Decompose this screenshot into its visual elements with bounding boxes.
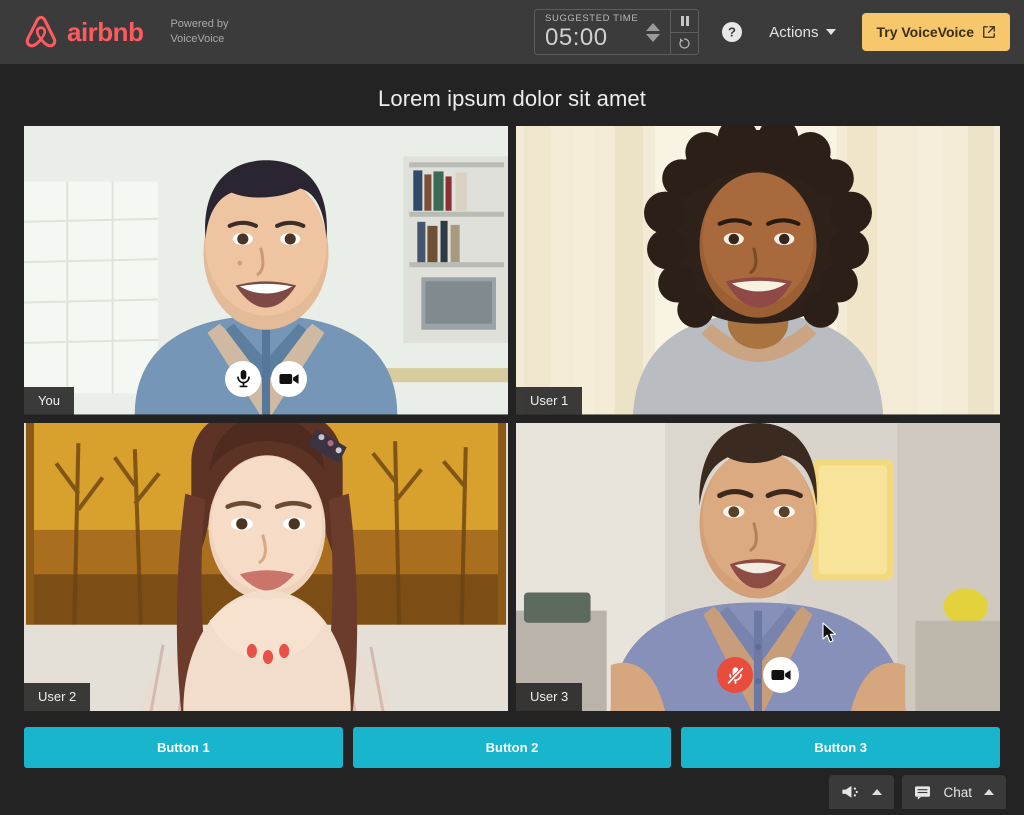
external-link-icon — [983, 26, 995, 38]
cta-button-row: Button 1 Button 2 Button 3 — [0, 711, 1024, 768]
video-meeting-app: airbnb Powered by VoiceVoice SUGGESTED T… — [0, 0, 1024, 815]
microphone-icon[interactable] — [225, 360, 261, 397]
tile-name-user-3: User 3 — [516, 683, 583, 711]
chat-button[interactable]: Chat — [902, 775, 1006, 809]
video-stream-user-1 — [516, 126, 1000, 415]
video-tile-user-3[interactable]: User 3 — [516, 422, 1000, 711]
chat-label: Chat — [943, 784, 972, 800]
tile-controls-you — [225, 360, 307, 397]
timer-side-controls — [670, 10, 699, 55]
reset-glyph — [679, 37, 690, 49]
reset-icon[interactable] — [671, 31, 699, 55]
brand-name: airbnb — [67, 17, 144, 47]
video-stream-user-2 — [24, 422, 508, 711]
megaphone-icon — [842, 785, 859, 798]
video-camera-glyph — [279, 373, 299, 384]
video-camera-glyph — [771, 670, 791, 680]
cta-button-3[interactable]: Button 3 — [681, 727, 1001, 768]
chevron-up-icon[interactable] — [984, 789, 994, 795]
powered-by-line2: VoiceVoice — [170, 33, 225, 45]
cta-button-2[interactable]: Button 2 — [352, 727, 672, 768]
bottom-bar: Chat — [829, 775, 1006, 809]
video-camera-icon[interactable] — [271, 360, 307, 397]
timer-texts: SUGGESTED TIME 05:00 — [545, 13, 638, 51]
microphone-muted-icon[interactable] — [717, 657, 753, 693]
chevron-down-icon — [826, 29, 837, 35]
microphone-muted-glyph — [725, 665, 745, 685]
tile-name-user-2: User 2 — [24, 683, 91, 711]
powered-by-text: Powered by VoiceVoice — [170, 17, 228, 47]
actions-label: Actions — [769, 23, 819, 41]
timer-value: 05:00 — [545, 23, 608, 51]
help-button[interactable]: ? — [721, 21, 743, 43]
timer-stepper[interactable] — [646, 22, 664, 42]
broadcast-button[interactable] — [829, 775, 895, 809]
try-voicevoice-label: Try VoiceVoice — [876, 24, 974, 40]
tile-name-you: You — [24, 386, 74, 415]
chat-bubble-icon — [915, 785, 931, 799]
pause-icon[interactable] — [671, 10, 698, 32]
video-tile-user-1[interactable]: User 1 — [516, 126, 1000, 415]
try-voicevoice-button[interactable]: Try VoiceVoice — [862, 13, 1010, 51]
actions-dropdown[interactable]: Actions — [769, 23, 837, 41]
meeting-title: Lorem ipsum dolor sit amet — [378, 86, 646, 111]
video-frame-user-1 — [516, 126, 1000, 415]
cursor-arrow-icon — [822, 621, 837, 643]
microphone-glyph — [236, 370, 250, 388]
video-camera-icon[interactable] — [763, 657, 799, 693]
help-circle-icon: ? — [722, 22, 743, 42]
tile-name-user-1: User 1 — [516, 386, 583, 415]
video-frame-user-2 — [24, 422, 508, 711]
cta-button-1[interactable]: Button 1 — [24, 727, 343, 768]
powered-by-line1: Powered by — [170, 18, 229, 31]
chevron-up-icon[interactable] — [872, 789, 883, 795]
caret-up-icon[interactable] — [646, 22, 661, 31]
suggested-time-timer[interactable]: SUGGESTED TIME 05:00 — [534, 9, 700, 55]
timer-display: SUGGESTED TIME 05:00 — [535, 10, 670, 54]
header-controls: SUGGESTED TIME 05:00 ? Actions Try Voice… — [534, 9, 1010, 55]
video-grid: You User 1 User 2 User 3 — [0, 126, 1024, 711]
video-tile-user-2[interactable]: User 2 — [24, 422, 508, 711]
caret-down-icon[interactable] — [646, 33, 661, 42]
video-tile-you[interactable]: You — [24, 126, 508, 415]
mouse-cursor — [822, 621, 838, 649]
app-header: airbnb Powered by VoiceVoice SUGGESTED T… — [0, 0, 1024, 64]
brand-logo-group: airbnb Powered by VoiceVoice — [24, 14, 229, 50]
svg-text:?: ? — [728, 25, 736, 40]
tile-controls-user-3 — [717, 657, 799, 693]
airbnb-logo-icon — [25, 15, 57, 48]
